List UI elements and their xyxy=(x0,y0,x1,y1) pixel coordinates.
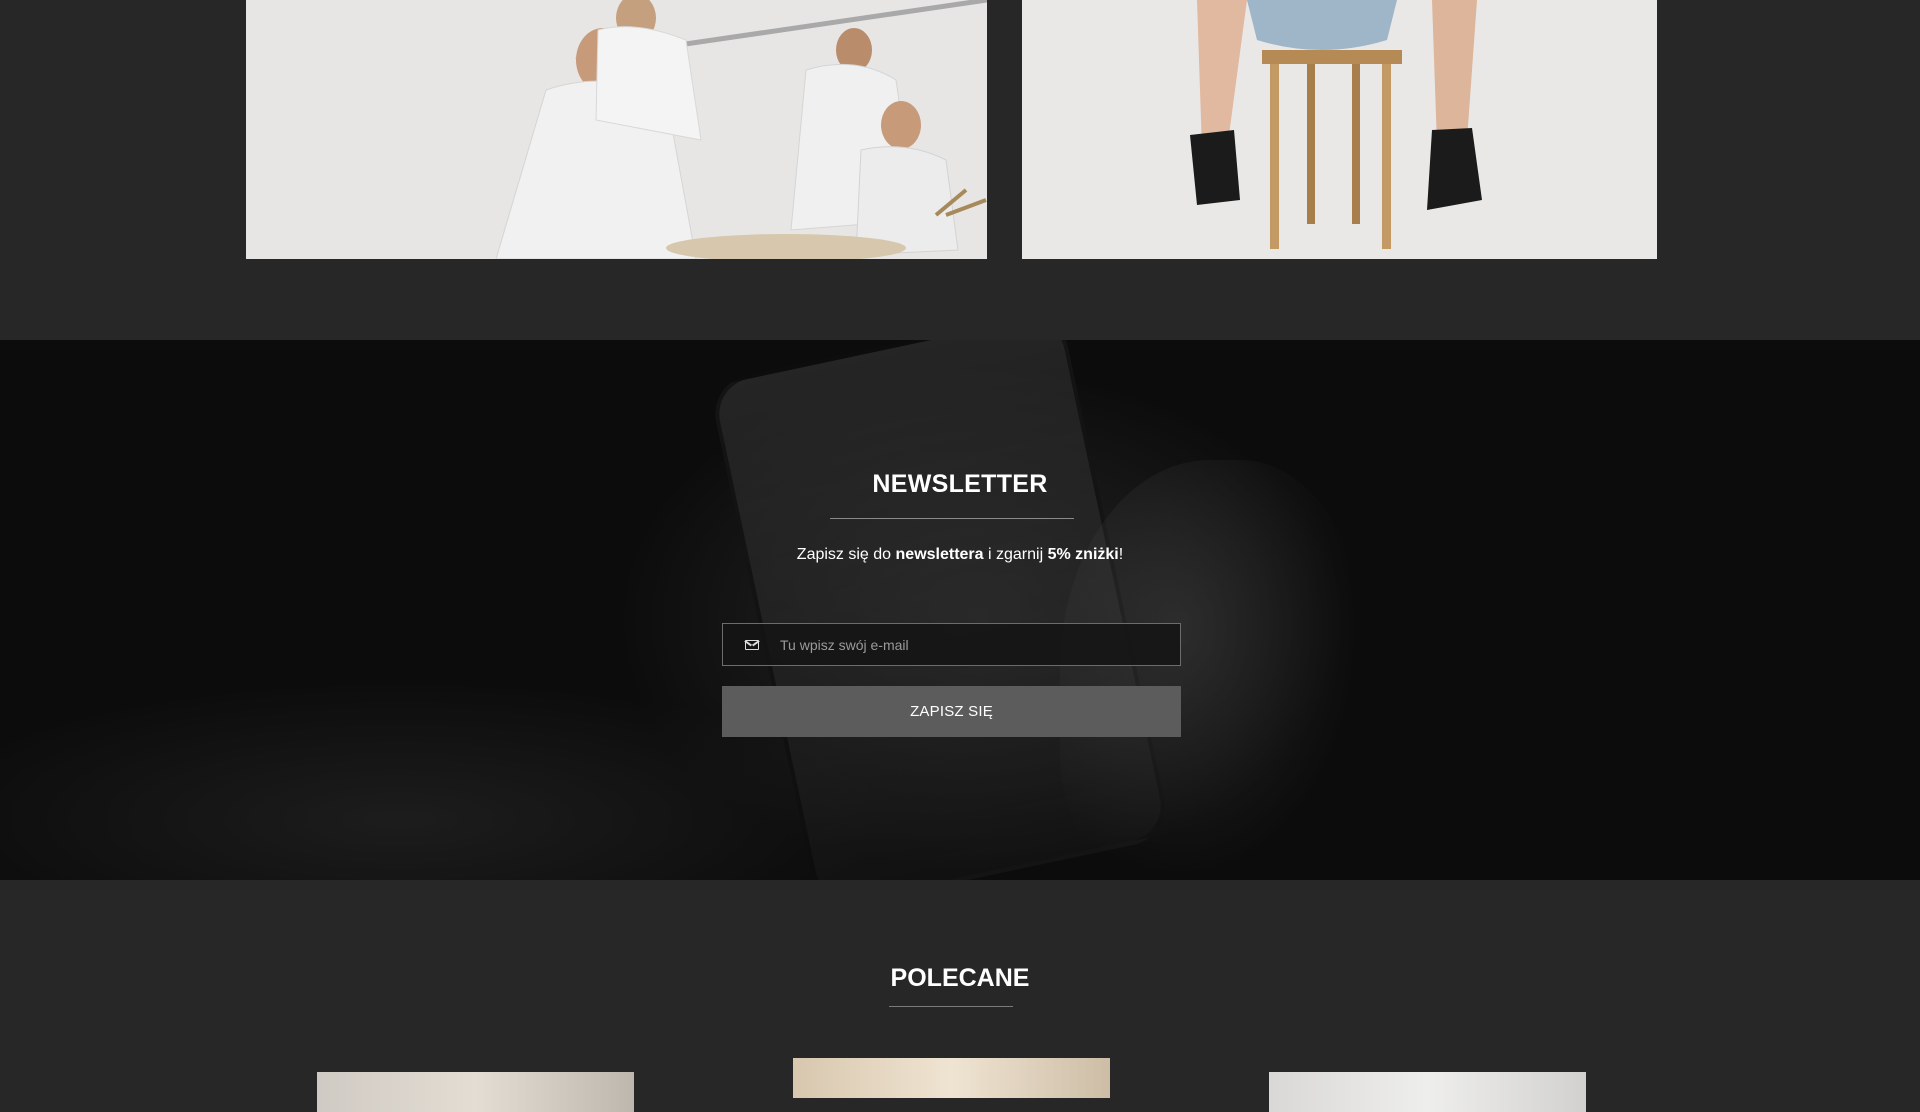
chair-photo-illustration xyxy=(1022,0,1657,259)
recommended-section: POLECANE xyxy=(0,880,1920,1112)
recommended-title-underline xyxy=(889,1006,1013,1007)
product-thumbnail[interactable] xyxy=(793,1058,1110,1098)
email-field-wrapper xyxy=(722,623,1181,666)
gallery-photo-couple[interactable] xyxy=(246,0,987,259)
couple-photo-illustration xyxy=(246,0,987,259)
newsletter-title: NEWSLETTER xyxy=(872,470,1048,498)
product-thumbnail[interactable] xyxy=(317,1072,634,1112)
gallery-photo-chair[interactable] xyxy=(1022,0,1657,259)
newsletter-section: NEWSLETTER Zapisz się do newslettera i z… xyxy=(0,340,1920,880)
gallery-section xyxy=(0,0,1920,340)
newsletter-description: Zapisz się do newslettera i zgarnij 5% z… xyxy=(0,546,1920,564)
product-thumbnail[interactable] xyxy=(1269,1072,1586,1112)
newsletter-text-bold-discount: 5% zniżki xyxy=(1047,546,1119,563)
mail-icon xyxy=(745,639,759,650)
newsletter-text-middle: i zgarnij xyxy=(983,546,1048,563)
newsletter-text-bold-newsletter: newslettera xyxy=(895,546,984,563)
background-hand-graphic xyxy=(1060,460,1360,880)
recommended-title: POLECANE xyxy=(890,964,1030,992)
newsletter-text-prefix: Zapisz się do xyxy=(796,546,896,563)
email-field[interactable] xyxy=(778,624,1180,665)
newsletter-text-suffix: ! xyxy=(1118,546,1124,563)
subscribe-button[interactable]: ZAPISZ SIĘ xyxy=(722,686,1181,737)
newsletter-title-underline xyxy=(830,518,1074,519)
